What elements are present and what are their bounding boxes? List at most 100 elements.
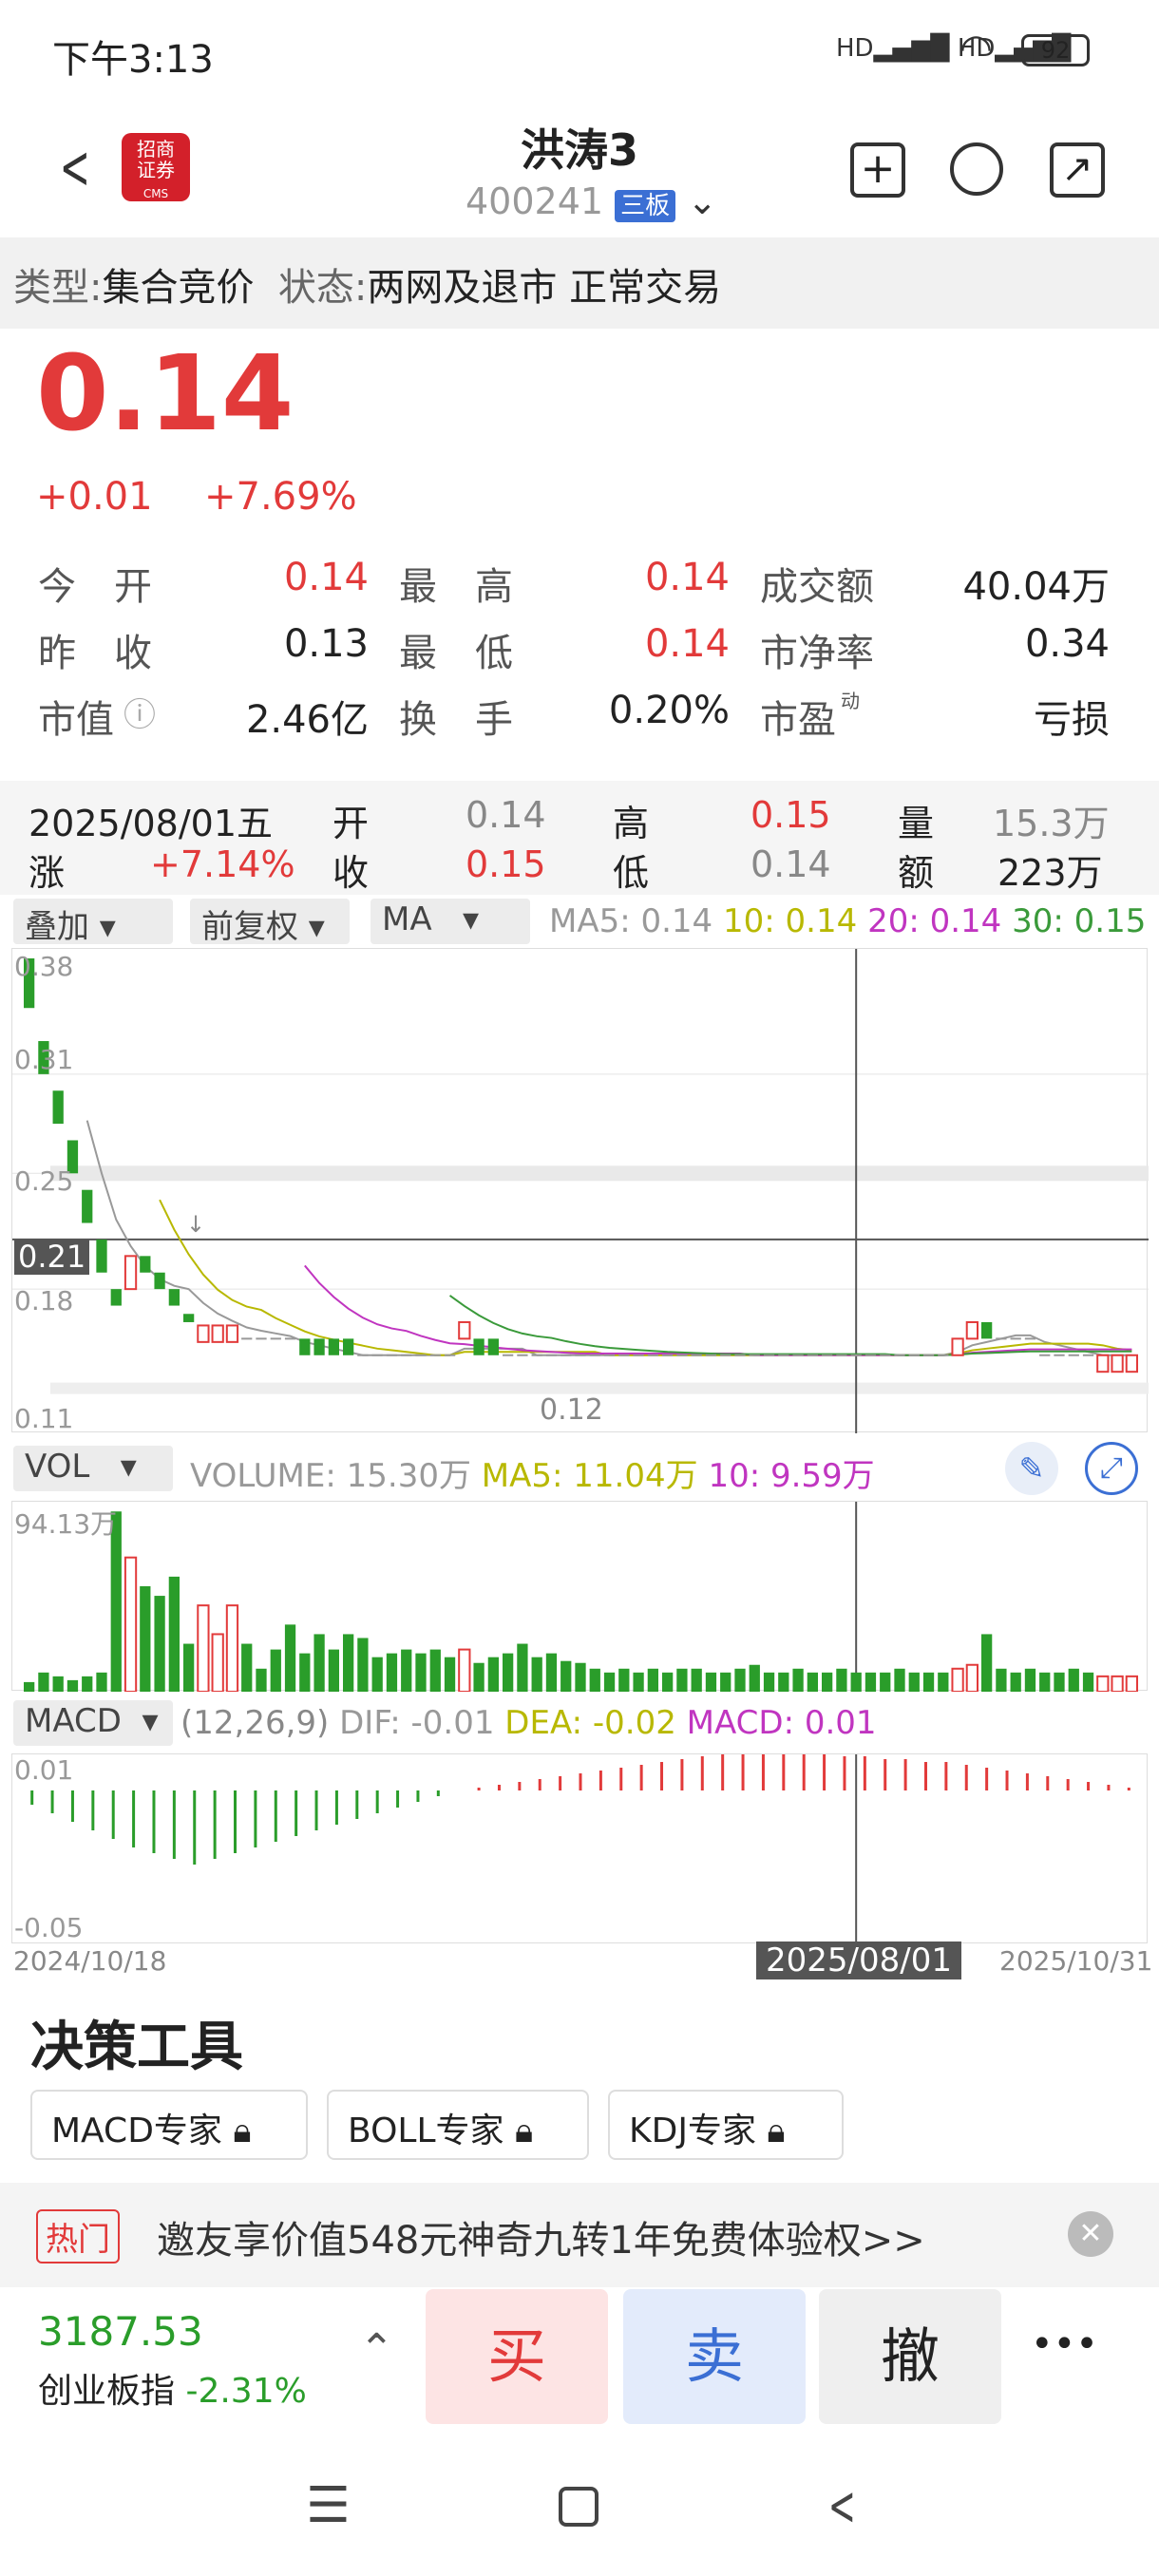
macd-expert-label: MACD专家 <box>51 2112 222 2150</box>
edit-icon[interactable]: ✎ <box>1005 1442 1058 1495</box>
volume-bar-down <box>357 1638 369 1692</box>
close-label: 收 <box>332 852 370 894</box>
cursor-date: 2025/08/01五 <box>28 803 274 844</box>
quote-value: 0.14 <box>283 556 369 599</box>
overlay-select[interactable]: 叠加 ▾ <box>13 899 173 946</box>
macd-expert-button[interactable]: MACD专家 🔒︎ <box>30 2090 308 2160</box>
low-label: 低 <box>613 852 650 894</box>
volume-chart[interactable]: 94.13万 <box>11 1501 1148 1692</box>
vol-ma5-legend: MA5: 11.04万 <box>481 1457 698 1495</box>
candle-down <box>52 1090 64 1125</box>
board-badge: 三板 <box>615 190 676 222</box>
candle-up <box>1111 1354 1124 1373</box>
quote-label: 市净率 <box>760 632 874 675</box>
macd-select[interactable]: MACD ▾ <box>13 1700 173 1746</box>
fullscreen-icon[interactable]: ⤢ <box>1085 1442 1138 1495</box>
volume-bar-up <box>197 1604 210 1692</box>
sell-button[interactable]: 卖 <box>623 2289 806 2424</box>
volume-bar-down <box>140 1585 151 1692</box>
ma30-line <box>448 1295 1132 1356</box>
volume-bar-up <box>225 1604 239 1692</box>
quote-panel: 0.14 +0.01 +7.69% 今 开 0.14 最 高 0.14 成交额 40.04… <box>0 332 1159 769</box>
volume-bar-down <box>603 1672 616 1692</box>
kline-chart[interactable]: 0.38 0.31 0.25 0.21 0.18 0.11 0.12 ↓ <box>11 948 1149 1434</box>
tools-title: 决策工具 <box>30 2017 243 2078</box>
ma5-legend: MA5: 0.14 <box>549 902 713 940</box>
cancel-order-button[interactable]: 撤 <box>819 2289 1001 2424</box>
quote-value: 40.04万 <box>962 565 1110 609</box>
hot-badge: 热门 <box>36 2209 120 2263</box>
add-watchlist-icon[interactable]: + <box>850 142 905 198</box>
stock-code-row[interactable]: 400241 三板 ⌄ <box>466 180 717 222</box>
indicator-select[interactable]: MA ▾ <box>370 899 530 944</box>
lock-icon: 🔒︎ <box>514 2112 534 2150</box>
open-value: 0.14 <box>466 794 546 836</box>
ma-legend: MA5: 0.14 10: 0.14 20: 0.14 30: 0.15 <box>549 902 1146 950</box>
min-price-marker: 0.12 <box>540 1393 603 1427</box>
boll-expert-button[interactable]: BOLL专家 🔒︎ <box>327 2090 589 2160</box>
more-button[interactable]: ••• <box>1031 2322 1098 2366</box>
candle-up <box>225 1324 239 1343</box>
volume-bar-down <box>24 1681 35 1692</box>
pe-superscript: 动 <box>841 690 860 712</box>
max-price-marker: ↓ <box>186 1211 206 1238</box>
volume-bar-down <box>778 1672 789 1692</box>
volume-bar-down <box>894 1668 905 1692</box>
volume-bar-down <box>647 1668 658 1692</box>
home-icon[interactable] <box>559 2487 598 2527</box>
volume-bar-down <box>1010 1672 1021 1692</box>
buy-button[interactable]: 买 <box>426 2289 608 2424</box>
info-icon[interactable]: ⓘ <box>124 689 156 735</box>
volume-bar-down <box>836 1668 847 1692</box>
menu-icon[interactable]: ☰ <box>306 2477 351 2534</box>
overlay-label: 叠加 <box>25 908 89 946</box>
volume-bar-down <box>82 1676 93 1692</box>
volume-bar-down <box>1068 1668 1079 1692</box>
candle-down <box>328 1338 339 1355</box>
share-icon[interactable]: ↗ <box>1050 142 1105 198</box>
index-name: 创业板指 <box>38 2372 176 2411</box>
ma20-legend: 20: 0.14 <box>867 902 1002 940</box>
price-change-pct: +7.69% <box>204 475 357 519</box>
search-icon[interactable] <box>950 142 1003 196</box>
volume-bar-up <box>951 1667 964 1692</box>
quote-value: 0.20% <box>608 689 730 732</box>
adjust-label: 前复权 <box>201 908 298 946</box>
volume-bar-down <box>270 1649 281 1692</box>
macd-indicator-label: MACD <box>25 1702 122 1740</box>
volume-bar-down <box>807 1672 818 1692</box>
vol-legend: VOLUME: 15.30万 MA5: 11.04万 10: 9.59万 <box>190 1449 875 1497</box>
candle-up <box>1096 1354 1110 1373</box>
candle-down <box>299 1338 311 1355</box>
volume-bar-down <box>517 1643 528 1692</box>
close-icon[interactable]: ✕ <box>1068 2211 1113 2257</box>
volume-bar-down <box>1054 1672 1065 1692</box>
volume-bar-down <box>981 1634 993 1692</box>
quote-label: 市盈 <box>760 698 836 742</box>
kdj-expert-button[interactable]: KDJ专家 🔒︎ <box>608 2090 844 2160</box>
vol-select[interactable]: VOL ▾ <box>13 1446 173 1491</box>
volume-bar-down <box>822 1672 833 1692</box>
promo-banner[interactable]: 热门 邀友享价值548元神奇九转1年免费体验权>> ✕ <box>0 2183 1159 2287</box>
date-start: 2024/10/18 <box>13 1945 167 1977</box>
promo-text: 邀友享价值548元神奇九转1年免费体验权>> <box>157 2219 925 2263</box>
ma-label: MA <box>382 900 432 938</box>
volume-bar-down <box>343 1634 354 1692</box>
status-time: 下午3:13 <box>52 38 214 82</box>
volume-bar-up <box>1111 1675 1124 1692</box>
chevron-up-icon[interactable]: ⌃ <box>359 2325 394 2374</box>
volume-bar-down <box>1039 1672 1051 1692</box>
axis-label-2: 0.31 <box>14 1044 74 1075</box>
quote-label: 成交额 <box>760 565 874 609</box>
type-value: 集合竞价 <box>102 266 255 310</box>
volume-bar-down <box>575 1662 586 1692</box>
volume-bar-up <box>1125 1675 1139 1692</box>
adjust-select[interactable]: 前复权 ▾ <box>190 899 350 946</box>
volume-bar-up <box>458 1648 471 1692</box>
ma20-line <box>304 1264 1132 1356</box>
back-nav-icon[interactable]: < <box>828 2473 856 2538</box>
candle-down <box>314 1338 325 1355</box>
volume-bar-down <box>314 1634 325 1692</box>
quote-label: 昨 收 <box>38 632 152 675</box>
macd-chart[interactable]: 0.01 -0.05 <box>11 1753 1148 1944</box>
